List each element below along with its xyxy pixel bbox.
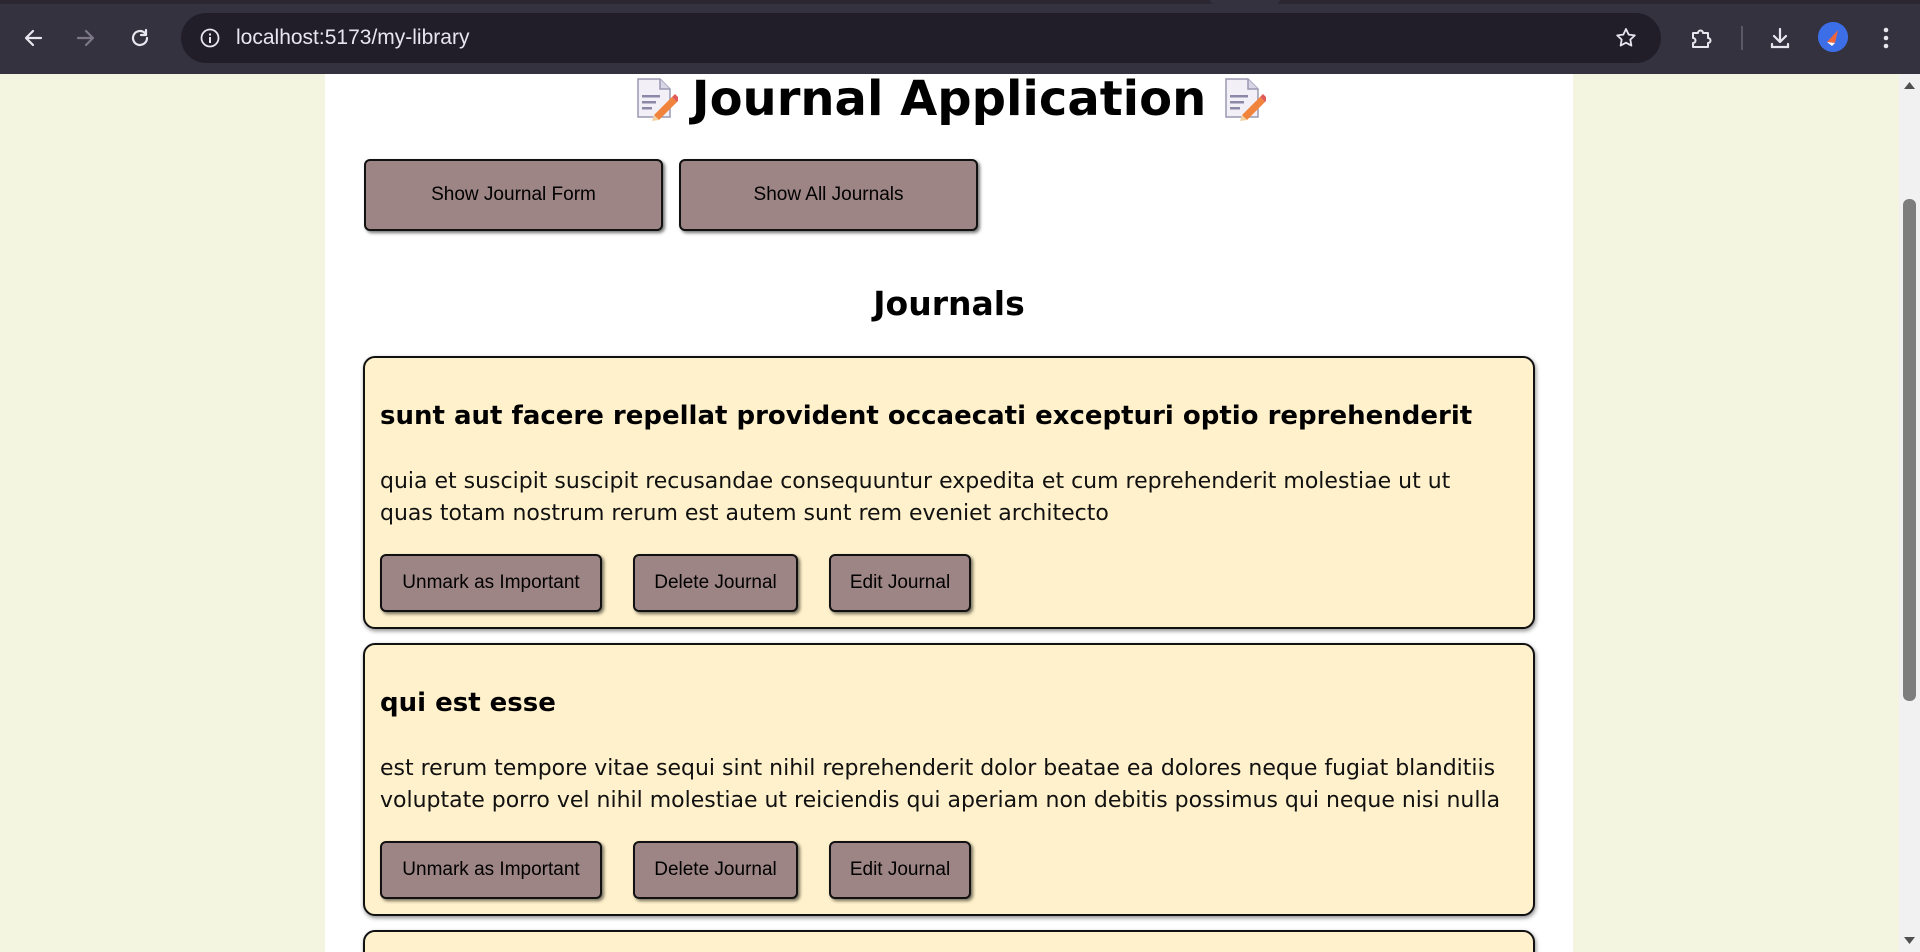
journal-card: qui est esse est rerum tempore vitae seq… xyxy=(363,643,1535,916)
star-icon xyxy=(1616,28,1636,47)
back-button[interactable] xyxy=(15,20,51,56)
scroll-down-arrow[interactable] xyxy=(1899,932,1920,950)
journal-card xyxy=(363,930,1535,952)
info-icon xyxy=(200,28,220,48)
url-host: localhost xyxy=(236,26,319,49)
arrow-right-icon xyxy=(76,29,95,47)
app-title-text: Journal Application xyxy=(691,74,1207,127)
edit-journal-button[interactable]: Edit Journal xyxy=(829,554,971,612)
caret-down-icon xyxy=(1904,937,1915,944)
page-scrollbar[interactable] xyxy=(1899,74,1920,952)
journal-title: qui est esse xyxy=(380,688,556,718)
edit-journal-button[interactable]: Edit Journal xyxy=(829,841,971,899)
url-path: :5173/my-library xyxy=(318,26,470,49)
extensions-button[interactable] xyxy=(1683,20,1719,56)
browser-toolbar: localhost:5173/my-library xyxy=(0,0,1920,74)
unmark-important-button[interactable]: Unmark as Important xyxy=(380,554,602,612)
journal-body: est rerum tempore vitae sequi sint nihil… xyxy=(380,756,1501,813)
unmark-important-button[interactable]: Unmark as Important xyxy=(380,841,602,899)
reload-icon xyxy=(131,28,149,47)
app-title: Journal Application xyxy=(325,74,1573,125)
scroll-thumb[interactable] xyxy=(1903,199,1916,701)
toolbar-divider xyxy=(1741,26,1743,50)
app-container: Journal Application Show Journal Form Sh… xyxy=(325,74,1573,952)
journal-card: sunt aut facere repellat provident occae… xyxy=(363,356,1535,629)
memo-icon xyxy=(632,75,680,121)
journals-heading: Journals xyxy=(873,284,1025,323)
active-tab-edge xyxy=(1210,0,1280,4)
delete-journal-button[interactable]: Delete Journal xyxy=(633,554,798,612)
puzzle-icon xyxy=(1692,29,1712,48)
forward-button[interactable] xyxy=(68,20,104,56)
journal-body: quia et suscipit suscipit recusandae con… xyxy=(380,469,1451,526)
url-text[interactable]: localhost:5173/my-library xyxy=(236,26,469,50)
tab-strip xyxy=(0,0,1920,4)
address-bar[interactable]: localhost:5173/my-library xyxy=(181,13,1661,63)
profile-icon xyxy=(1818,22,1848,52)
site-info-button[interactable] xyxy=(197,25,223,51)
scroll-up-arrow[interactable] xyxy=(1899,76,1920,94)
profile-avatar[interactable] xyxy=(1818,22,1848,52)
downloads-button[interactable] xyxy=(1762,20,1798,56)
page-viewport: Journal Application Show Journal Form Sh… xyxy=(0,74,1920,952)
delete-journal-button[interactable]: Delete Journal xyxy=(633,841,798,899)
memo-icon xyxy=(1220,75,1269,121)
show-journal-form-button[interactable]: Show Journal Form xyxy=(364,159,663,231)
show-all-journals-button[interactable]: Show All Journals xyxy=(679,159,978,231)
arrow-left-icon xyxy=(24,29,43,47)
download-icon xyxy=(1770,27,1790,49)
kebab-menu-icon xyxy=(1883,27,1889,49)
reload-button[interactable] xyxy=(122,20,158,56)
journal-title: sunt aut facere repellat provident occae… xyxy=(380,401,1473,431)
browser-menu-button[interactable] xyxy=(1868,20,1904,56)
caret-up-icon xyxy=(1904,82,1915,89)
bookmark-button[interactable] xyxy=(1611,23,1641,53)
